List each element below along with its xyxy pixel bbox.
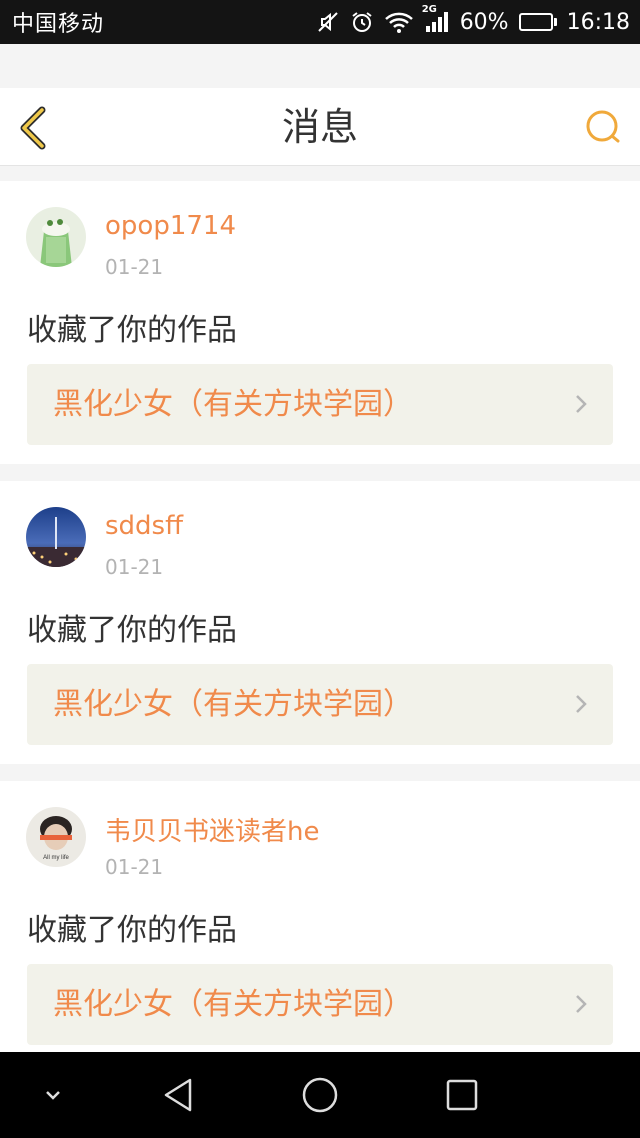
collapse-button[interactable] — [40, 1082, 66, 1112]
message-action: 收藏了你的作品 — [27, 313, 237, 348]
username[interactable]: opop1714 — [105, 211, 236, 241]
work-link[interactable]: 黑化少女（有关方块学园） — [27, 964, 613, 1045]
message-card: sddsff 01-21 收藏了你的作品 黑化少女（有关方块学园） — [0, 481, 640, 764]
message-date: 01-21 — [105, 255, 164, 279]
avatar-caption: All my life — [43, 855, 69, 861]
search-button[interactable] — [584, 108, 624, 148]
chevron-right-icon — [576, 395, 587, 413]
work-title: 黑化少女（有关方块学园） — [53, 387, 413, 422]
chevron-right-icon — [576, 995, 587, 1013]
message-card: All my life 韦贝贝书迷读者he 01-21 收藏了你的作品 黑化少女… — [0, 781, 640, 1064]
work-title: 黑化少女（有关方块学园） — [53, 987, 413, 1022]
message-date: 01-21 — [105, 555, 164, 579]
app-header: 消息 — [0, 88, 640, 166]
battery-icon — [518, 13, 557, 31]
collapse-icon — [46, 1091, 60, 1100]
page-title: 消息 — [281, 105, 358, 149]
wifi-icon — [384, 10, 414, 34]
message-card: opop1714 01-21 收藏了你的作品 黑化少女（有关方块学园） — [0, 181, 640, 464]
recents-nav-button[interactable] — [445, 1078, 479, 1116]
status-bar: 中国移动 2G 60% 16:18 — [0, 0, 640, 44]
avatar[interactable] — [26, 207, 86, 267]
username[interactable]: 韦贝贝书迷读者he — [105, 811, 319, 848]
work-title: 黑化少女（有关方块学园） — [53, 687, 413, 722]
username[interactable]: sddsff — [105, 511, 183, 541]
system-nav-bar — [0, 1052, 640, 1138]
work-link[interactable]: 黑化少女（有关方块学园） — [27, 664, 613, 745]
alarm-icon — [350, 10, 374, 34]
clock: 16:18 — [566, 9, 630, 35]
status-icons: 2G 60% 16:18 — [316, 4, 630, 35]
home-circle-icon — [302, 1077, 338, 1113]
back-nav-button[interactable] — [160, 1076, 196, 1118]
message-date: 01-21 — [105, 855, 164, 879]
recents-square-icon — [446, 1079, 478, 1111]
mute-icon — [316, 10, 340, 34]
avatar[interactable] — [26, 507, 86, 567]
work-link[interactable]: 黑化少女（有关方块学园） — [27, 364, 613, 445]
carrier-name: 中国移动 — [12, 12, 105, 37]
back-triangle-icon — [164, 1078, 192, 1112]
search-icon — [586, 110, 620, 143]
chevron-right-icon — [576, 695, 587, 713]
home-nav-button[interactable] — [301, 1076, 339, 1118]
avatar[interactable]: All my life — [26, 807, 86, 867]
message-list: opop1714 01-21 收藏了你的作品 黑化少女（有关方块学园） sdds… — [0, 181, 640, 1081]
network-type: 2G — [421, 4, 437, 15]
battery-percent: 60% — [459, 9, 509, 35]
message-action: 收藏了你的作品 — [27, 913, 237, 948]
message-action: 收藏了你的作品 — [27, 613, 237, 648]
signal-icon: 2G — [422, 4, 450, 34]
